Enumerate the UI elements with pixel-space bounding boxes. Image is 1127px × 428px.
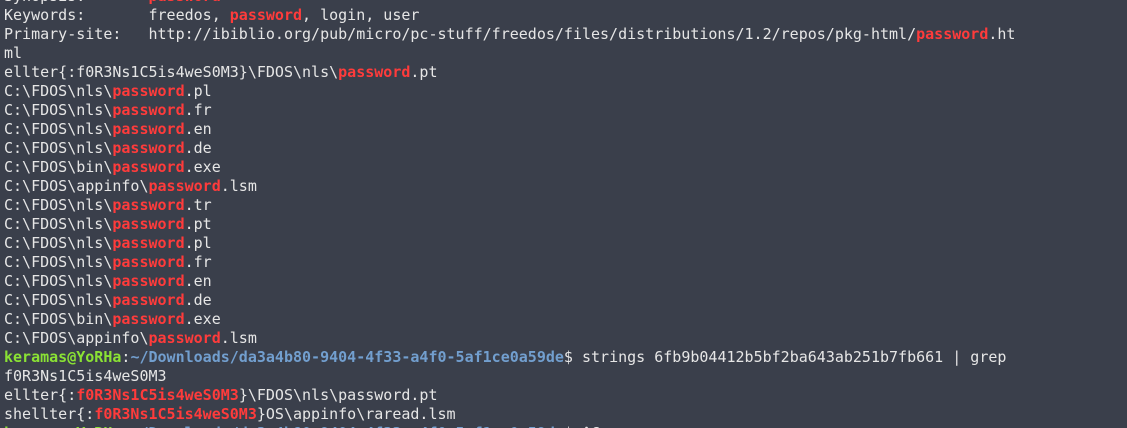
grep-match-highlight: password <box>112 234 185 252</box>
grep-match-highlight: password <box>112 82 185 100</box>
terminal-line: C:\FDOS\nls\password.de <box>4 139 1124 158</box>
terminal-line: C:\FDOS\nls\password.de <box>4 291 1124 310</box>
output-text: }\FDOS\nls\password.pt <box>238 386 438 404</box>
grep-match-highlight: f0R3Ns1C5is4weS0M3 <box>76 386 239 404</box>
terminal-line: Primary-site: http://ibiblio.org/pub/mic… <box>4 25 1124 44</box>
grep-match-highlight: password <box>916 25 989 43</box>
output-text: .fr <box>184 253 212 271</box>
terminal-line: ellter{:f0R3Ns1C5is4weS0M3}\FDOS\nls\pas… <box>4 63 1124 82</box>
grep-match-highlight: password <box>112 253 185 271</box>
output-text: C:\FDOS\bin\ <box>4 310 113 328</box>
terminal-window[interactable]: Synopsis: password Keywords: freedos, pa… <box>0 0 1127 428</box>
output-text: shellter{: <box>4 405 95 423</box>
output-text: C:\FDOS\appinfo\ <box>4 329 149 347</box>
output-text: C:\FDOS\bin\ <box>4 158 113 176</box>
grep-match-highlight: password <box>112 158 185 176</box>
output-text: C:\FDOS\nls\ <box>4 120 113 138</box>
grep-match-highlight: password <box>112 120 185 138</box>
grep-match-highlight: password <box>112 272 185 290</box>
terminal-line: C:\FDOS\appinfo\password.lsm <box>4 329 1124 348</box>
grep-match-highlight: password <box>112 196 185 214</box>
output-text: C:\FDOS\appinfo\ <box>4 177 149 195</box>
output-text: ml <box>4 44 23 62</box>
terminal-line: ml <box>4 44 1124 63</box>
output-text: ellter{: <box>4 386 77 404</box>
output-text: .pt <box>410 63 438 81</box>
output-text: ellter{:f0R3Ns1C5is4weS0M3}\FDOS\nls\ <box>4 63 339 81</box>
terminal-line: Keywords: freedos, password, login, user <box>4 6 1124 25</box>
output-text: f0R3Ns1C5is4weS0M3 <box>4 367 167 385</box>
grep-match-highlight: password <box>112 310 185 328</box>
terminal-line: keramas@YoRHa:~/Downloads/da3a4b80-9404-… <box>4 424 1124 428</box>
output-text: $ ^C <box>564 424 600 428</box>
grep-match-highlight: password <box>112 101 185 119</box>
grep-match-highlight: password <box>148 177 221 195</box>
terminal-line: shellter{:f0R3Ns1C5is4weS0M3}OS\appinfo\… <box>4 405 1124 424</box>
output-text: C:\FDOS\nls\ <box>4 215 113 233</box>
output-text: }OS\appinfo\raread.lsm <box>256 405 456 423</box>
output-text: , login, user <box>302 6 420 24</box>
output-text: .lsm <box>220 177 257 195</box>
prompt-working-directory: ~/Downloads/da3a4b80-9404-4f33-a4f0-5af1… <box>130 348 564 366</box>
output-text: $ strings 6fb9b04412b5bf2ba643ab251b7fb6… <box>563 348 1007 366</box>
output-text: .lsm <box>220 329 257 347</box>
terminal-line: f0R3Ns1C5is4weS0M3 <box>4 367 1124 386</box>
output-text: C:\FDOS\nls\ <box>4 82 113 100</box>
terminal-line: C:\FDOS\bin\password.exe <box>4 158 1124 177</box>
output-text: .pt <box>184 215 212 233</box>
terminal-line: keramas@YoRHa:~/Downloads/da3a4b80-9404-… <box>4 348 1124 367</box>
output-text: C:\FDOS\nls\ <box>4 253 113 271</box>
prompt-user-host: keramas@YoRHa <box>4 348 122 366</box>
output-text: Synopsis: <box>4 0 149 5</box>
grep-match-highlight: password <box>112 139 185 157</box>
output-text: .pl <box>184 82 212 100</box>
grep-match-highlight: password <box>149 0 221 5</box>
terminal-line: C:\FDOS\nls\password.en <box>4 272 1124 291</box>
output-text: .pl <box>184 234 212 252</box>
terminal-line: C:\FDOS\nls\password.tr <box>4 196 1124 215</box>
output-text: Keywords: freedos, <box>4 6 230 24</box>
output-text: .de <box>184 139 212 157</box>
grep-match-highlight: password <box>338 63 411 81</box>
terminal-line: C:\FDOS\nls\password.fr <box>4 253 1124 272</box>
output-text: .en <box>184 120 212 138</box>
grep-match-highlight: password <box>148 329 221 347</box>
output-text: .de <box>184 291 212 309</box>
terminal-output: Synopsis: password Keywords: freedos, pa… <box>4 0 1124 428</box>
terminal-line: C:\FDOS\nls\password.pl <box>4 82 1124 101</box>
terminal-line: C:\FDOS\bin\password.exe <box>4 310 1124 329</box>
terminal-line: C:\FDOS\nls\password.pt <box>4 215 1124 234</box>
prompt-user-host: keramas@YoRHa <box>4 424 121 428</box>
prompt-working-directory: ~/Downloads/da3a4b80-9404-4f33-a4f0-5af1… <box>130 424 563 428</box>
output-text: .exe <box>184 158 221 176</box>
output-text: .exe <box>184 310 221 328</box>
grep-match-highlight: f0R3Ns1C5is4weS0M3 <box>94 405 257 423</box>
terminal-line: ellter{:f0R3Ns1C5is4weS0M3}\FDOS\nls\pas… <box>4 386 1124 405</box>
output-text: C:\FDOS\nls\ <box>4 101 113 119</box>
grep-match-highlight: password <box>112 215 185 233</box>
grep-match-highlight: password <box>229 6 303 24</box>
output-text: .fr <box>184 101 212 119</box>
terminal-line: C:\FDOS\nls\password.fr <box>4 101 1124 120</box>
output-text: C:\FDOS\nls\ <box>4 139 113 157</box>
terminal-line: C:\FDOS\nls\password.en <box>4 120 1124 139</box>
terminal-line: C:\FDOS\appinfo\password.lsm <box>4 177 1124 196</box>
output-text: .ht <box>988 25 1016 43</box>
output-text: .en <box>184 272 212 290</box>
output-text: C:\FDOS\nls\ <box>4 272 113 290</box>
output-text: .tr <box>184 196 212 214</box>
grep-match-highlight: password <box>112 291 185 309</box>
output-text: Primary-site: http://ibiblio.org/pub/mic… <box>4 25 917 43</box>
output-text: C:\FDOS\nls\ <box>4 234 113 252</box>
output-text: C:\FDOS\nls\ <box>4 291 113 309</box>
output-text: C:\FDOS\nls\ <box>4 196 113 214</box>
terminal-line: C:\FDOS\nls\password.pl <box>4 234 1124 253</box>
